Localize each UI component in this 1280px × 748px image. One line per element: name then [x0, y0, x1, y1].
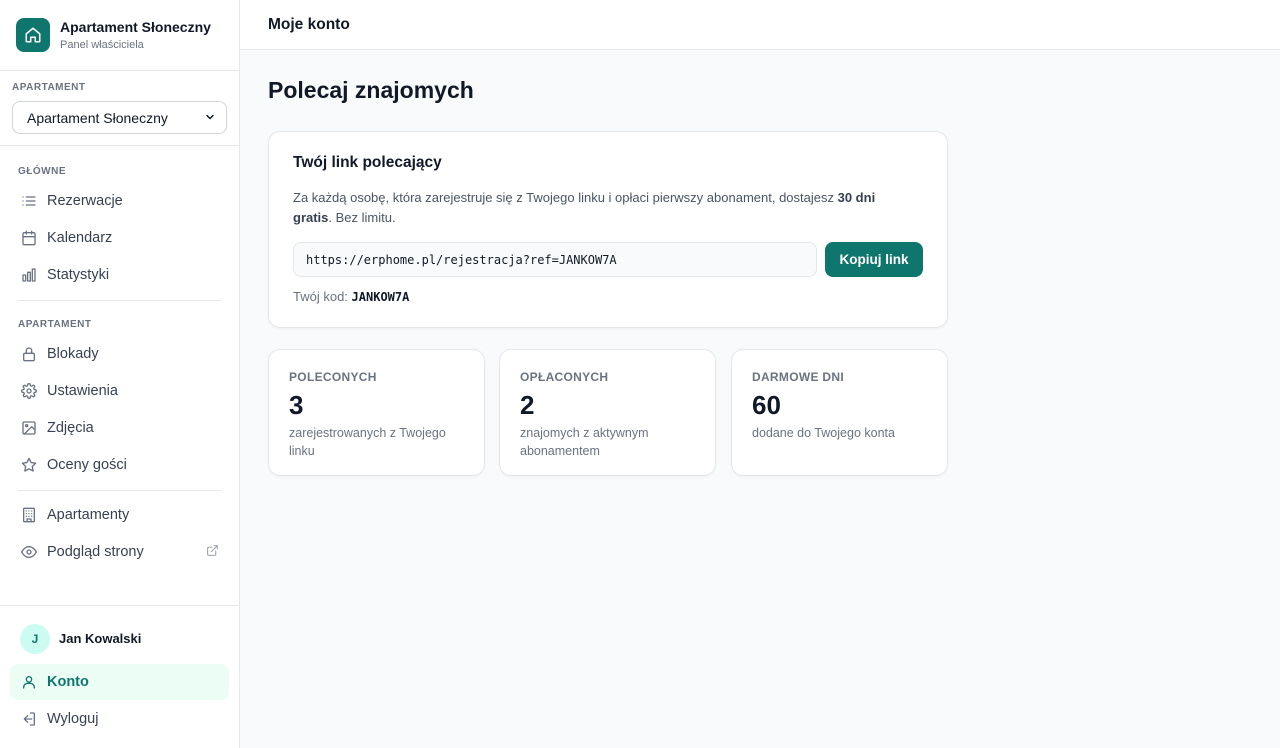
referral-code-label: Twój kod:: [293, 289, 348, 304]
copy-link-button[interactable]: Kopiuj link: [825, 242, 923, 277]
eye-icon: [20, 543, 38, 561]
apartment-selector-block: APARTAMENT Apartament Słoneczny: [0, 71, 239, 146]
sidebar-item-label: Kalendarz: [47, 230, 113, 246]
sidebar-item-label: Konto: [47, 674, 89, 690]
sidebar-item-label: Rezerwacje: [47, 193, 123, 209]
stat-label: POLECONYCH: [289, 370, 377, 384]
referral-title: Twój link polecający: [293, 154, 442, 171]
brand-subtitle: Panel właściciela: [60, 39, 144, 51]
sidebar-item-logout[interactable]: Wyloguj: [10, 701, 229, 737]
logout-icon: [20, 710, 38, 728]
sidebar-item-settings[interactable]: Ustawienia: [10, 373, 229, 409]
sidebar-item-label: Zdjęcia: [47, 420, 94, 436]
sidebar-item-label: Oceny gości: [47, 457, 127, 473]
sidebar-item-apartments[interactable]: Apartamenty: [10, 497, 229, 533]
sidebar-item-label: Wyloguj: [47, 711, 99, 727]
stat-value: 60: [752, 390, 781, 420]
avatar: J: [20, 624, 50, 654]
sidebar-item-label: Blokady: [47, 346, 99, 362]
star-icon: [20, 456, 38, 474]
brand-header: Apartament Słoneczny Panel właściciela: [0, 0, 239, 71]
user-name: Jan Kowalski: [59, 631, 142, 646]
brand-title: Apartament Słoneczny: [60, 19, 211, 35]
stat-value: 2: [520, 390, 535, 420]
stat-description: zarejestrowanych z Twojego linku: [289, 426, 446, 458]
topbar-title: Moje konto: [268, 15, 350, 33]
sidebar: Apartament Słoneczny Panel właściciela A…: [0, 0, 240, 748]
calendar-icon: [20, 229, 38, 247]
sidebar-item-reservations[interactable]: Rezerwacje: [10, 183, 229, 219]
building-icon: [20, 506, 38, 524]
referral-description: Za każdą osobę, która zarejestruje się z…: [293, 190, 876, 225]
stat-card-free-days: DARMOWE DNI 60 dodane do Twojego konta: [731, 349, 948, 476]
sidebar-item-photos[interactable]: Zdjęcia: [10, 410, 229, 446]
referral-link-row: https://erphome.pl/rejestracja?ref=JANKO…: [293, 242, 923, 277]
referral-code: JANKOW7A: [351, 290, 410, 304]
stat-card-paid: OPŁACONYCH 2 znajomych z aktywnym abonam…: [499, 349, 716, 476]
list-icon: [20, 192, 38, 210]
sidebar-item-label: Statystyki: [47, 267, 110, 283]
stat-value: 3: [289, 390, 304, 420]
referral-link-field[interactable]: https://erphome.pl/rejestracja?ref=JANKO…: [293, 242, 817, 277]
gear-icon: [20, 382, 38, 400]
sidebar-item-account[interactable]: Konto: [10, 664, 229, 700]
nav-group-apartment: APARTAMENT: [18, 319, 92, 330]
sidebar-item-reviews[interactable]: Oceny gości: [10, 447, 229, 483]
image-icon: [20, 419, 38, 437]
page-title: Polecaj znajomych: [268, 77, 474, 103]
stat-description: dodane do Twojego konta: [752, 426, 895, 440]
bar-chart-icon: [20, 266, 38, 284]
home-icon: [16, 18, 50, 52]
sidebar-item-blocks[interactable]: Blokady: [10, 336, 229, 372]
nav-divider: [18, 490, 221, 491]
topbar: Moje konto: [240, 0, 1280, 50]
apartment-select-value: Apartament Słoneczny: [27, 109, 168, 126]
stat-label: OPŁACONYCH: [520, 370, 609, 384]
sidebar-item-calendar[interactable]: Kalendarz: [10, 220, 229, 256]
chevron-down-icon: [204, 110, 216, 126]
sidebar-item-preview[interactable]: Podgląd strony: [10, 534, 229, 570]
stat-label: DARMOWE DNI: [752, 370, 844, 384]
nav-group-main: GŁÓWNE: [18, 166, 66, 177]
external-link-icon: [206, 544, 219, 561]
stat-card-referred: POLECONYCH 3 zarejestrowanych z Twojego …: [268, 349, 485, 476]
sidebar-item-stats[interactable]: Statystyki: [10, 257, 229, 293]
referral-card: Twój link polecający Za każdą osobę, któ…: [268, 131, 948, 328]
apartment-select[interactable]: Apartament Słoneczny: [12, 101, 227, 134]
nav-divider: [18, 300, 221, 301]
apartment-selector-label: APARTAMENT: [12, 82, 86, 93]
sidebar-item-label: Apartamenty: [47, 507, 130, 523]
referral-code-line: Twój kod: JANKOW7A: [293, 289, 923, 304]
sidebar-item-label: Podgląd strony: [47, 544, 144, 560]
lock-icon: [20, 345, 38, 363]
user-icon: [20, 673, 38, 691]
stat-description: znajomych z aktywnym abonamentem: [520, 426, 649, 458]
sidebar-item-label: Ustawienia: [47, 383, 118, 399]
